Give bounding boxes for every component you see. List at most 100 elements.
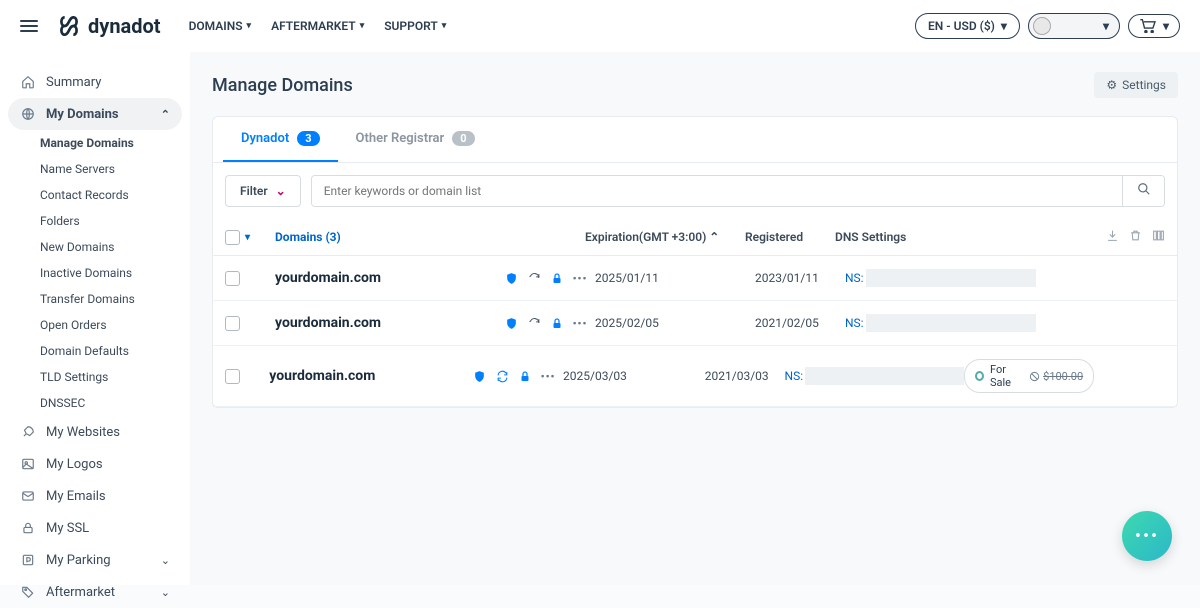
- chat-icon: •••: [1135, 526, 1159, 547]
- mail-icon: [20, 488, 36, 504]
- chat-fab[interactable]: •••: [1122, 511, 1172, 561]
- sidebar-sub-manage-domains[interactable]: Manage Domains: [0, 130, 190, 156]
- home-icon: [20, 74, 36, 90]
- dns-value[interactable]: NS:: [785, 369, 804, 383]
- lock-icon[interactable]: [519, 369, 531, 383]
- more-icon[interactable]: •••: [541, 369, 555, 383]
- price: $100.00: [1029, 370, 1083, 383]
- sidebar-sub-folders[interactable]: Folders: [0, 208, 190, 234]
- sidebar-sub-name-servers[interactable]: Name Servers: [0, 156, 190, 182]
- shield-icon[interactable]: [473, 369, 486, 383]
- domain-name[interactable]: yourdomain.com: [269, 368, 375, 384]
- row-checkbox[interactable]: [225, 369, 240, 384]
- dns-redacted: [866, 269, 1036, 287]
- sidebar-sub-dnssec[interactable]: DNSSEC: [0, 390, 190, 416]
- chevron-up-icon: ⌃: [161, 108, 170, 121]
- sidebar-item-summary[interactable]: Summary: [0, 66, 190, 98]
- cart-button[interactable]: ▾: [1128, 14, 1180, 38]
- rocket-icon: [20, 424, 36, 440]
- sidebar-sub-new-domains[interactable]: New Domains: [0, 234, 190, 260]
- tab-dynadot[interactable]: Dynadot 3: [223, 117, 338, 162]
- column-registered[interactable]: Registered: [745, 230, 803, 244]
- row-checkbox[interactable]: [225, 271, 240, 286]
- sidebar-sub-transfer-domains[interactable]: Transfer Domains: [0, 286, 190, 312]
- lock-icon[interactable]: [551, 316, 563, 330]
- trash-icon[interactable]: [1129, 229, 1142, 245]
- chevron-down-icon: ▾: [1103, 19, 1109, 33]
- locale-selector[interactable]: EN - USD ($)▾: [915, 13, 1020, 39]
- expiration-date: 2025/03/03: [563, 369, 627, 383]
- renew-icon[interactable]: [496, 369, 509, 383]
- settings-button[interactable]: ⚙ Settings: [1094, 72, 1178, 98]
- domain-name[interactable]: yourdomain.com: [275, 270, 381, 286]
- sidebar-item-my-domains[interactable]: My Domains ⌃: [8, 98, 182, 130]
- sidebar-item-my-websites[interactable]: My Websites: [0, 416, 190, 448]
- chevron-down-icon: ⌄: [161, 554, 170, 567]
- sidebar-sub-open-orders[interactable]: Open Orders: [0, 312, 190, 338]
- chevron-down-icon: ▾: [1001, 19, 1007, 33]
- sidebar-item-my-emails[interactable]: My Emails: [0, 480, 190, 512]
- table-row: yourdomain.com ••• 2025/03/03 2021/03/03…: [213, 346, 1177, 407]
- registered-date: 2023/01/11: [755, 271, 819, 285]
- filter-button[interactable]: Filter ⌄: [225, 175, 301, 207]
- table-row: yourdomain.com ••• 2025/02/05 2021/02/05…: [213, 301, 1177, 346]
- dns-redacted: [805, 367, 964, 385]
- lock-icon[interactable]: [551, 271, 563, 285]
- for-sale-badge[interactable]: For Sale $100.00: [964, 359, 1094, 393]
- chevron-down-icon[interactable]: ▾: [245, 232, 250, 243]
- dns-value[interactable]: NS:: [845, 316, 864, 330]
- renew-icon[interactable]: [528, 316, 541, 330]
- tab-other-registrar[interactable]: Other Registrar 0: [338, 117, 493, 162]
- brand-text: dynadot: [88, 14, 161, 38]
- expiration-date: 2025/02/05: [595, 316, 659, 330]
- shield-icon[interactable]: [505, 271, 518, 285]
- registered-date: 2021/02/05: [755, 316, 819, 330]
- nav-support[interactable]: SUPPORT▾: [384, 19, 446, 33]
- gear-icon: ⚙: [1106, 78, 1117, 92]
- column-dns[interactable]: DNS Settings: [835, 230, 906, 244]
- download-icon[interactable]: [1106, 229, 1119, 245]
- columns-icon[interactable]: [1152, 229, 1165, 245]
- sidebar-item-my-ssl[interactable]: My SSL: [0, 512, 190, 544]
- sidebar-sub-domain-defaults[interactable]: Domain Defaults: [0, 338, 190, 364]
- search-input[interactable]: [312, 176, 1122, 206]
- cart-icon: [1139, 19, 1157, 33]
- hamburger-menu[interactable]: [20, 20, 38, 32]
- lock-icon: [20, 520, 36, 536]
- dns-redacted: [866, 314, 1036, 332]
- table-row: yourdomain.com ••• 2025/01/11 2023/01/11…: [213, 256, 1177, 301]
- nav-aftermarket[interactable]: AFTERMARKET▾: [271, 19, 364, 33]
- sidebar-item-my-parking[interactable]: My Parking ⌄: [0, 544, 190, 576]
- brand-logo[interactable]: dynadot: [56, 13, 161, 39]
- for-sale-label: For Sale: [990, 363, 1023, 389]
- chevron-down-icon: ▾: [442, 21, 447, 31]
- more-icon[interactable]: •••: [573, 316, 587, 330]
- sidebar-item-my-logos[interactable]: My Logos: [0, 448, 190, 480]
- column-expiration[interactable]: Expiration(GMT +3:00) ⌃: [585, 230, 719, 244]
- renew-icon[interactable]: [528, 271, 541, 285]
- account-menu[interactable]: ▾: [1028, 13, 1120, 39]
- more-icon[interactable]: •••: [573, 271, 587, 285]
- select-all-checkbox[interactable]: [225, 230, 240, 245]
- row-checkbox[interactable]: [225, 316, 240, 331]
- sidebar-item-aftermarket[interactable]: Aftermarket ⌄: [0, 576, 190, 608]
- tag-icon: [20, 584, 36, 600]
- globe-icon: [20, 106, 36, 122]
- chevron-down-icon: ▾: [1163, 19, 1169, 33]
- sidebar-sub-tld-settings[interactable]: TLD Settings: [0, 364, 190, 390]
- chevron-down-icon: ⌄: [276, 184, 286, 198]
- chevron-down-icon: ⌄: [161, 586, 170, 599]
- avatar: [1033, 17, 1051, 35]
- image-icon: [20, 456, 36, 472]
- expiration-date: 2025/01/11: [595, 271, 659, 285]
- domain-name[interactable]: yourdomain.com: [275, 315, 381, 331]
- column-domains[interactable]: Domains (3): [275, 230, 341, 244]
- search-button[interactable]: [1122, 176, 1164, 206]
- status-dot-icon: [975, 371, 984, 381]
- nav-domains[interactable]: DOMAINS▾: [189, 19, 252, 33]
- shield-icon[interactable]: [505, 316, 518, 330]
- sort-asc-icon: ⌃: [709, 230, 719, 244]
- dns-value[interactable]: NS:: [845, 271, 864, 285]
- sidebar-sub-inactive-domains[interactable]: Inactive Domains: [0, 260, 190, 286]
- sidebar-sub-contact-records[interactable]: Contact Records: [0, 182, 190, 208]
